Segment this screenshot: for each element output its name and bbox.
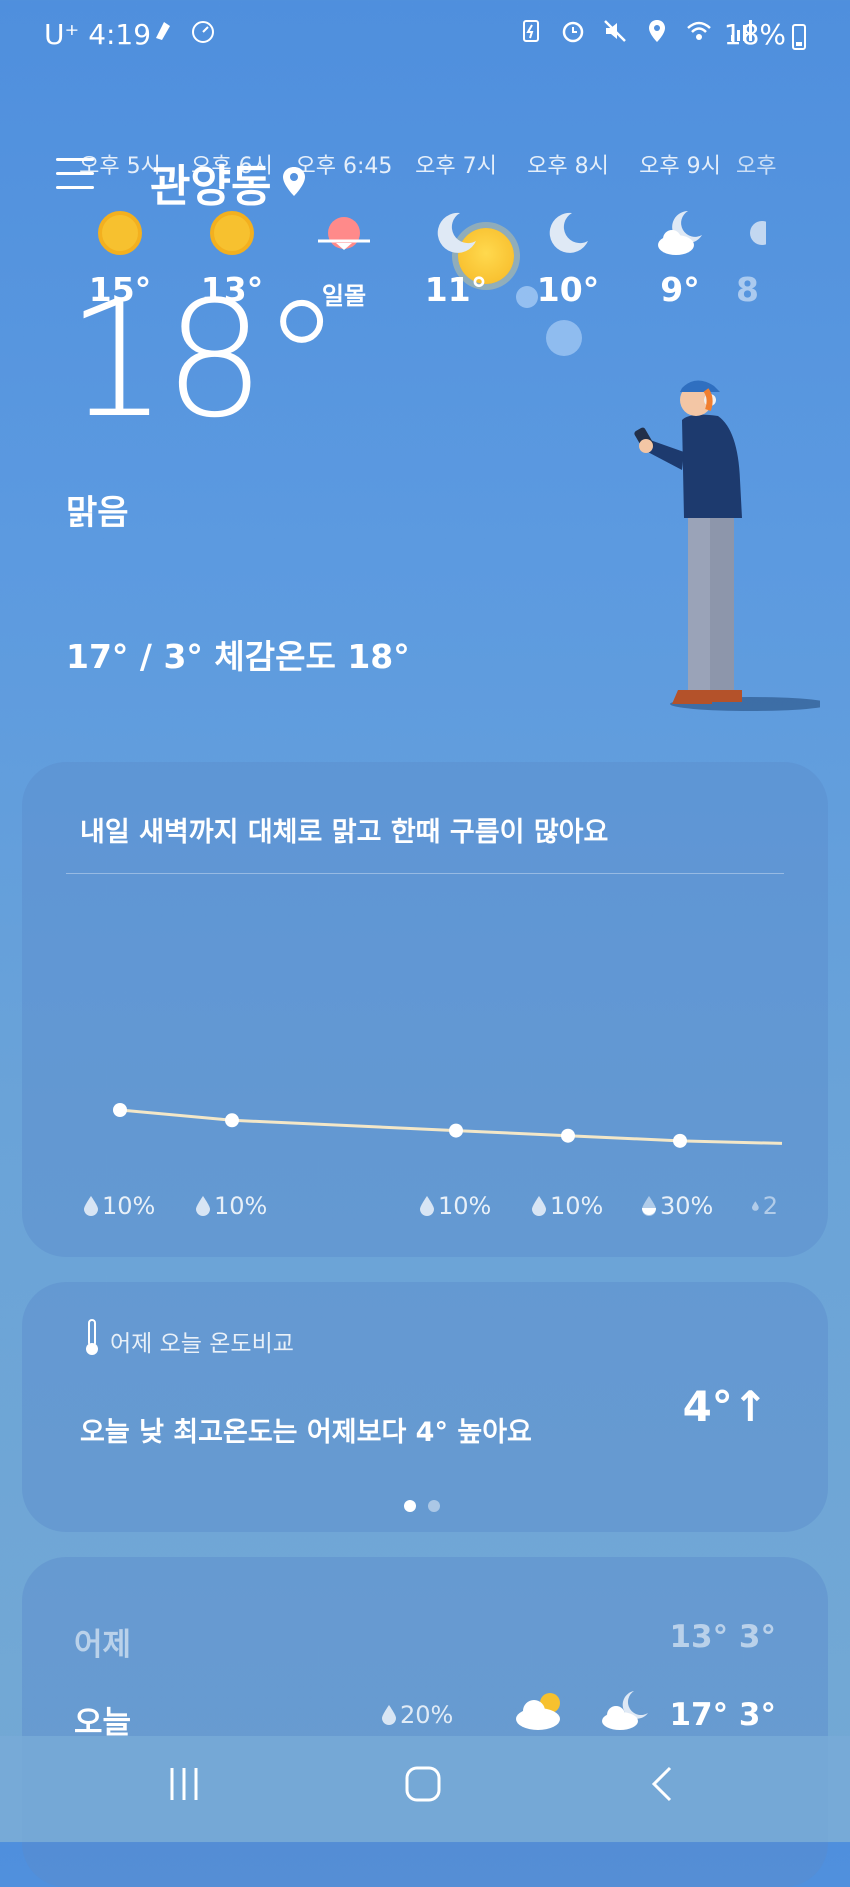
- battery-icon: [792, 24, 806, 50]
- raindrop-icon: [532, 1196, 546, 1216]
- hour-temp: 11°: [424, 270, 488, 309]
- sun-icon: [98, 211, 142, 255]
- precip-item: 10%: [420, 1192, 491, 1220]
- comparison-value: 4°↑: [682, 1382, 768, 1431]
- hour-temp: 13°: [200, 270, 264, 309]
- speedometer-icon: [192, 21, 214, 43]
- raindrop-icon: [84, 1196, 98, 1216]
- status-time: 4:19: [88, 18, 152, 51]
- hour-time: 오후 6시: [191, 154, 273, 179]
- temperature-point: [561, 1128, 575, 1143]
- hour-time: 오후 9시: [639, 154, 721, 179]
- precip-item: 10%: [84, 1192, 155, 1220]
- current-condition: 맑음: [66, 493, 129, 533]
- hourly-item: 오후 7시 11°: [400, 148, 512, 309]
- sunset-icon: [318, 217, 370, 250]
- temperature-point: [113, 1103, 127, 1117]
- day-precip: 20%: [382, 1701, 453, 1729]
- alarm-icon: [562, 21, 584, 43]
- location-icon: [649, 20, 665, 42]
- hi-lo-feels-like: 17° / 3° 체감온도 18°: [66, 637, 410, 676]
- hourly-item-partial: 오후 8: [736, 148, 782, 448]
- temperature-point: [225, 1113, 239, 1128]
- temperature-comparison-card[interactable]: 어제 오늘 온도비교 오늘 낮 최고온도는 어제보다 4° 높아요 4°↑: [22, 1282, 828, 1532]
- hour-time: 오후 5시: [79, 154, 161, 179]
- raindrop-icon: [420, 1196, 434, 1216]
- hour-time: 오후 7시: [415, 154, 497, 179]
- moon-icon: [437, 212, 476, 253]
- day-label: 어제: [74, 1627, 132, 1663]
- status-bar: U⁺ 4:19 18%: [0, 0, 850, 70]
- status-icons-left: [150, 18, 216, 44]
- sun-cloud-icon: [516, 1693, 560, 1730]
- hour-temp: 8: [736, 270, 759, 309]
- wifi-icon: [687, 21, 711, 40]
- hour-time: 오후: [736, 154, 777, 179]
- page-dot[interactable]: [428, 1500, 440, 1512]
- person-illustration: [634, 380, 820, 711]
- hour-time: 오후 8시: [527, 154, 609, 179]
- bubble-decoration: [546, 320, 582, 356]
- mute-icon: [604, 20, 626, 42]
- sunset-label: 일몰: [321, 282, 367, 310]
- hourly-item: 오후 6시 13°: [176, 148, 288, 309]
- day-hilo: 13° 3°: [669, 1619, 776, 1655]
- recent-apps-button[interactable]: [166, 1764, 202, 1804]
- precip-item: 10%: [196, 1192, 267, 1220]
- moon-cloud-icon: [602, 1691, 648, 1730]
- page-dot-active[interactable]: [404, 1500, 416, 1512]
- divider: [66, 873, 784, 874]
- home-button[interactable]: [403, 1764, 443, 1804]
- raindrop-half-icon: [642, 1196, 656, 1216]
- back-button[interactable]: [648, 1764, 676, 1804]
- page-indicator: [404, 1500, 440, 1512]
- moon-cloud-icon: [658, 211, 702, 255]
- comparison-title: 어제 오늘 온도비교: [110, 1331, 294, 1357]
- comparison-text: 오늘 낮 최고온도는 어제보다 4° 높아요: [80, 1417, 532, 1448]
- hour-time: 오후 6:45: [295, 154, 393, 179]
- precip-item-partial: 2: [752, 1192, 778, 1220]
- precip-item: 30%: [642, 1192, 713, 1220]
- hourly-item: 오후 5시 15°: [64, 148, 176, 309]
- raindrop-icon: [196, 1196, 210, 1216]
- sun-icon: [210, 211, 254, 255]
- forecast-summary: 내일 새벽까지 대체로 맑고 한때 구름이 많아요: [80, 817, 609, 848]
- hourly-item: 오후 8시 10°: [512, 148, 624, 309]
- battery-saver-icon: [523, 20, 539, 42]
- hour-temp: 10°: [536, 270, 600, 309]
- battery-level: 18%: [723, 18, 786, 51]
- hourly-forecast-card[interactable]: 내일 새벽까지 대체로 맑고 한때 구름이 많아요: [22, 762, 828, 1257]
- thermometer-icon: [86, 1319, 98, 1355]
- temperature-line-chart: [113, 1103, 783, 1148]
- hourly-item: 오후 9시 9°: [624, 148, 736, 309]
- hour-temp: 15°: [88, 270, 152, 309]
- status-icons-right: [518, 18, 754, 44]
- hourly-item: 오후 6:45 일몰: [288, 148, 400, 311]
- temperature-point: [449, 1123, 463, 1138]
- hour-temp: 9°: [660, 270, 700, 309]
- navigation-bar: [0, 1736, 850, 1842]
- raindrop-icon: [382, 1705, 396, 1725]
- raindrop-icon: [752, 1201, 759, 1211]
- notification-icon: [156, 22, 170, 40]
- precip-item: 10%: [532, 1192, 603, 1220]
- carrier-label: U⁺ 4:19: [44, 18, 152, 51]
- temperature-point: [673, 1133, 687, 1148]
- moon-icon: [549, 212, 588, 253]
- day-hilo: 17° 3°: [669, 1697, 776, 1733]
- moon-cloud-icon: [750, 221, 766, 245]
